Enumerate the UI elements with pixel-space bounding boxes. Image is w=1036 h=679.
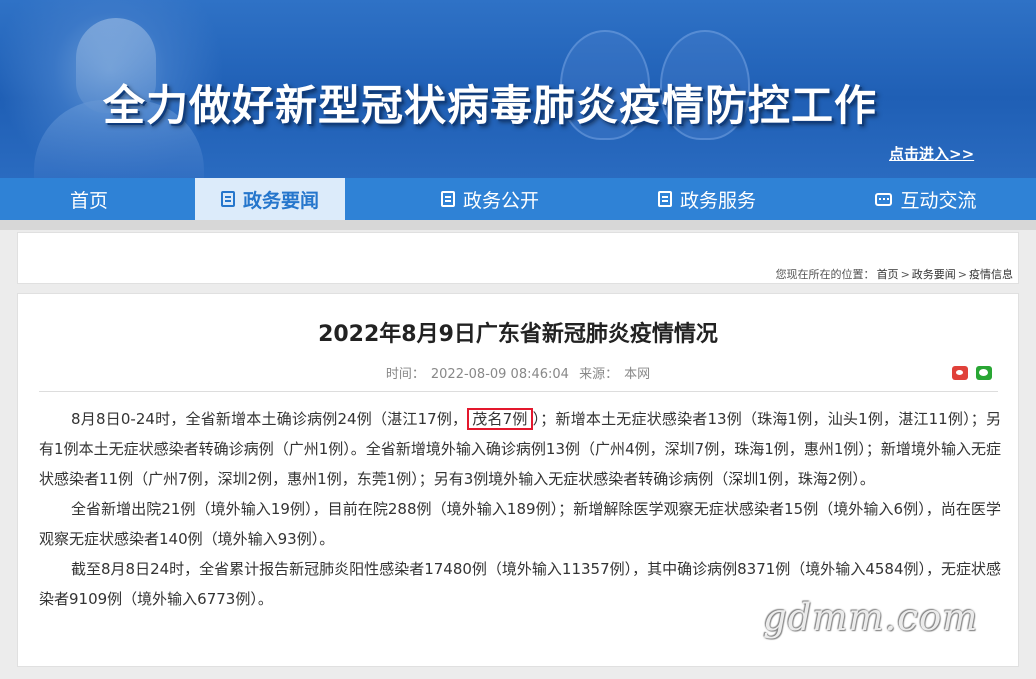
breadcrumb-separator: > [900, 268, 910, 281]
paragraph-text: 8月8日0-24时，全省新增本土确诊病例24例（湛江17例， [71, 410, 468, 428]
article-body: 8月8日0-24时，全省新增本土确诊病例24例（湛江17例， 茂名7例 ）；新增本土… [39, 404, 1001, 614]
breadcrumb-separator: > [957, 268, 967, 281]
enter-link[interactable]: 点击进入>> [889, 143, 974, 164]
banner: 全力做好新型冠状病毒肺炎疫情防控工作 点击进入>> [0, 0, 1036, 178]
breadcrumb: 您现在所在的位置： 首页 > 政务要闻 > 疫情信息 [775, 266, 1014, 282]
nav-item-government-news[interactable]: 政务要闻 [195, 178, 345, 220]
nav-item-label: 政务服务 [679, 189, 756, 212]
nav-item-interaction[interactable]: 互动交流 [836, 178, 1016, 220]
breadcrumb-panel: 您现在所在的位置： 首页 > 政务要闻 > 疫情信息 [17, 232, 1019, 284]
nav-item-government-services[interactable]: 政务服务 [617, 178, 797, 220]
nav-item-label: 首页 [69, 189, 108, 212]
article-title: 2022年8月9日广东省新冠肺炎疫情情况 [318, 322, 718, 347]
nav-item-label: 政务公开 [462, 189, 539, 212]
newspaper-icon [220, 191, 235, 207]
wechat-icon[interactable] [976, 366, 992, 380]
banner-title: 全力做好新型冠状病毒肺炎疫情防控工作 [103, 81, 878, 130]
watermark: gdmm.com [763, 596, 979, 639]
nav-item-home[interactable]: 首页 [0, 178, 178, 220]
nav-item-label: 政务要闻 [242, 189, 319, 212]
highlighted-text: 茂名7例 [467, 408, 533, 430]
clipboard-icon [657, 191, 672, 207]
article-meta: 时间： 2022-08-09 08:46:04 来源： 本网 [18, 363, 1018, 382]
divider [39, 391, 998, 392]
nav-item-label: 互动交流 [900, 189, 977, 212]
paragraph: 全省新增出院21例（境外输入19例），目前在院288例（境外输入189例）；新增… [39, 500, 1001, 548]
chat-icon [875, 192, 893, 206]
time-label: 时间： [385, 367, 425, 382]
source-value: 本网 [624, 367, 651, 382]
nav-item-government-affairs[interactable]: 政务公开 [400, 178, 580, 220]
breadcrumb-home[interactable]: 首页 [877, 268, 899, 281]
weibo-icon[interactable] [952, 366, 968, 380]
breadcrumb-prefix: 您现在所在的位置： [775, 268, 875, 281]
document-icon [440, 191, 455, 207]
paragraph: 8月8日0-24时，全省新增本土确诊病例24例（湛江17例， 茂名7例 ）；新增本土… [39, 404, 1001, 494]
main-nav: 首页 政务要闻 政务公开 政务服务 互动交流 [0, 178, 1036, 220]
breadcrumb-epidemic-info[interactable]: 疫情信息 [969, 268, 1013, 281]
breadcrumb-government-news[interactable]: 政务要闻 [912, 268, 956, 281]
nav-divider [0, 220, 1036, 230]
source-label: 来源： [579, 367, 619, 382]
publish-time: 2022-08-09 08:46:04 [430, 367, 569, 382]
